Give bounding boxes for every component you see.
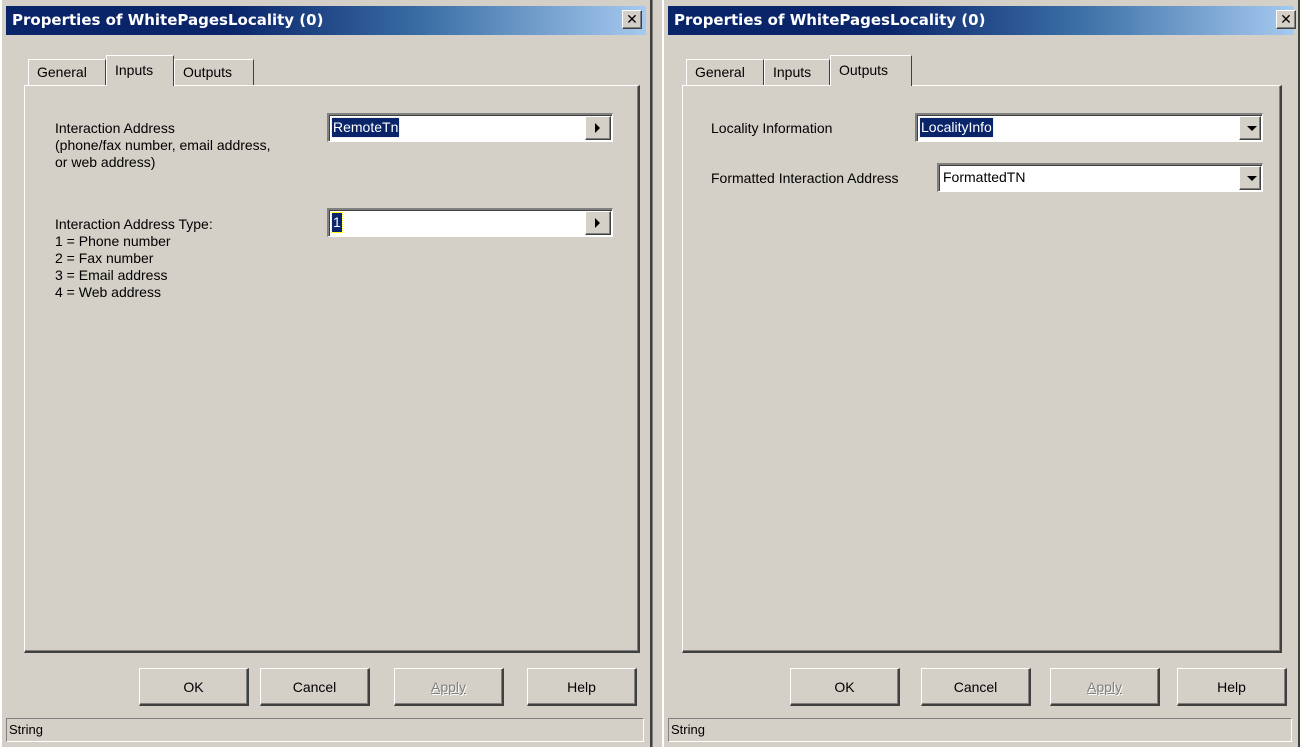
- locality-information-value: LocalityInfo: [919, 117, 994, 138]
- tab-outputs[interactable]: Outputs: [174, 59, 254, 85]
- apply-button[interactable]: Apply: [394, 668, 504, 706]
- apply-button[interactable]: Apply: [1050, 668, 1160, 706]
- dropdown-arrow-icon: [1247, 176, 1257, 181]
- locality-information-dropdown[interactable]: LocalityInfo: [915, 113, 1263, 142]
- tab-inputs[interactable]: Inputs: [764, 59, 830, 85]
- cancel-button[interactable]: Cancel: [260, 668, 370, 706]
- tab-general[interactable]: General: [28, 59, 106, 85]
- tab-panel-inputs: Interaction Address (phone/fax number, e…: [24, 85, 640, 653]
- dialog-title: Properties of WhitePagesLocality (0): [12, 11, 324, 29]
- close-button[interactable]: ✕: [1276, 10, 1296, 29]
- interaction-address-type-input[interactable]: 1: [327, 208, 613, 237]
- help-button[interactable]: Help: [527, 668, 637, 706]
- window-divider: [652, 0, 662, 747]
- interaction-address-label: Interaction Address (phone/fax number, e…: [55, 120, 271, 171]
- label-line: or web address): [55, 154, 156, 170]
- interaction-address-input[interactable]: RemoteTn: [327, 113, 613, 142]
- arrow-right-icon: [595, 218, 600, 228]
- status-bar: String: [668, 718, 1292, 742]
- interaction-address-value: RemoteTn: [330, 117, 401, 138]
- tab-panel-outputs: Locality Information LocalityInfo Format…: [682, 85, 1282, 653]
- locality-information-dropdown-button[interactable]: [1239, 116, 1261, 140]
- properties-dialog-inputs: Properties of WhitePagesLocality (0) ✕ G…: [0, 0, 652, 747]
- cancel-button[interactable]: Cancel: [921, 668, 1031, 706]
- close-icon: ✕: [1280, 12, 1292, 28]
- dropdown-arrow-icon: [1247, 126, 1257, 131]
- tab-inputs[interactable]: Inputs: [106, 55, 174, 86]
- label-line: 2 = Fax number: [55, 250, 154, 266]
- label-line: Interaction Address Type:: [55, 216, 213, 232]
- label-line: 4 = Web address: [55, 284, 161, 300]
- close-button[interactable]: ✕: [622, 10, 642, 29]
- help-button[interactable]: Help: [1177, 668, 1287, 706]
- locality-information-label: Locality Information: [711, 120, 833, 136]
- tab-general[interactable]: General: [686, 59, 764, 85]
- status-bar: String: [6, 718, 644, 742]
- ok-button[interactable]: OK: [139, 668, 249, 706]
- interaction-address-type-value: 1: [331, 212, 343, 233]
- label-line: 1 = Phone number: [55, 233, 171, 249]
- properties-dialog-outputs: Properties of WhitePagesLocality (0) ✕ G…: [662, 0, 1300, 747]
- label-line: (phone/fax number, email address,: [55, 137, 271, 153]
- formatted-interaction-address-label: Formatted Interaction Address: [711, 170, 899, 186]
- formatted-interaction-address-dropdown[interactable]: FormattedTN: [937, 163, 1263, 192]
- arrow-right-icon: [595, 123, 600, 133]
- tab-outputs[interactable]: Outputs: [830, 55, 912, 86]
- screen: Properties of WhitePagesLocality (0) ✕ G…: [0, 0, 1300, 747]
- label-line: 3 = Email address: [55, 267, 168, 283]
- apply-label: Apply: [1086, 679, 1123, 695]
- formatted-interaction-address-value: FormattedTN: [943, 169, 1026, 185]
- title-bar[interactable]: Properties of WhitePagesLocality (0) ✕: [6, 6, 646, 35]
- apply-label: Apply: [430, 679, 467, 695]
- formatted-interaction-address-dropdown-button[interactable]: [1239, 166, 1261, 190]
- interaction-address-picker-button[interactable]: [585, 116, 611, 140]
- interaction-address-type-picker-button[interactable]: [585, 211, 611, 235]
- interaction-address-type-label: Interaction Address Type: 1 = Phone numb…: [55, 216, 213, 301]
- label-line: Interaction Address: [55, 120, 175, 136]
- dialog-title: Properties of WhitePagesLocality (0): [674, 11, 986, 29]
- close-icon: ✕: [626, 12, 638, 28]
- ok-button[interactable]: OK: [790, 668, 900, 706]
- title-bar[interactable]: Properties of WhitePagesLocality (0) ✕: [668, 6, 1296, 35]
